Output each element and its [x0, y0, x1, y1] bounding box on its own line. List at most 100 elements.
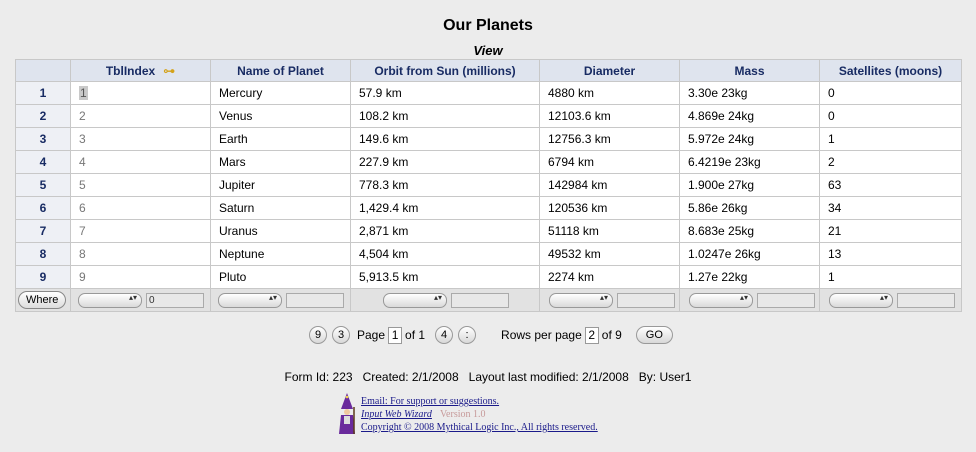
orbit-cell[interactable]: 778.3 km: [350, 173, 540, 197]
page-input[interactable]: 1: [388, 326, 403, 344]
satellites-cell[interactable]: 1: [819, 127, 962, 151]
satellites-cell[interactable]: 0: [819, 81, 962, 105]
planet-name-cell[interactable]: Mercury: [210, 81, 351, 105]
orbit-cell[interactable]: 227.9 km: [350, 150, 540, 174]
header-satellites[interactable]: Satellites (moons): [819, 59, 962, 82]
last-page-button[interactable]: :: [458, 326, 477, 344]
where-button[interactable]: Where: [18, 291, 67, 309]
go-button[interactable]: GO: [635, 326, 673, 344]
satellites-cell[interactable]: 21: [819, 219, 962, 243]
tblindex-cell[interactable]: 5: [70, 173, 211, 197]
orbit-cell[interactable]: 2,871 km: [350, 219, 540, 243]
filter-value-input[interactable]: [451, 292, 509, 308]
planet-name-cell[interactable]: Mars: [210, 150, 351, 174]
chevron-updown-icon: ▴▾: [128, 292, 137, 302]
mass-cell[interactable]: 1.0247e 26kg: [679, 242, 820, 266]
header-mass[interactable]: Mass: [679, 59, 820, 82]
diameter-cell[interactable]: 142984 km: [539, 173, 680, 197]
planet-name-cell[interactable]: Jupiter: [210, 173, 351, 197]
planet-name-cell[interactable]: Venus: [210, 104, 351, 128]
mass-cell[interactable]: 4.869e 24kg: [679, 104, 820, 128]
prev-page-button[interactable]: 3: [332, 326, 350, 344]
tblindex-cell[interactable]: 6: [70, 196, 211, 220]
orbit-cell[interactable]: 4,504 km: [350, 242, 540, 266]
orbit-cell[interactable]: 5,913.5 km: [350, 265, 540, 289]
header-orbit[interactable]: Orbit from Sun (millions): [350, 59, 540, 82]
page-count: of 1: [405, 328, 426, 342]
table-row[interactable]: 8 8 Neptune 4,504 km 49532 km 1.0247e 26kg 13: [15, 242, 962, 266]
table-row[interactable]: 9 9 Pluto 5,913.5 km 2274 km 1.27e 22kg 1: [15, 265, 962, 289]
tblindex-cell[interactable]: 1: [70, 81, 211, 105]
first-page-button[interactable]: 9: [309, 326, 327, 344]
tblindex-cell[interactable]: 7: [70, 219, 211, 243]
tblindex-cell[interactable]: 9: [70, 265, 211, 289]
mass-cell[interactable]: 3.30e 23kg: [679, 81, 820, 105]
table-row[interactable]: 3 3 Earth 149.6 km 12756.3 km 5.972e 24kg 1: [15, 127, 962, 151]
filter-value-input[interactable]: 0: [146, 292, 204, 308]
table-row[interactable]: 1 1 Mercury 57.9 km 4880 km 3.30e 23kg 0: [15, 81, 962, 105]
planet-name-cell[interactable]: Saturn: [210, 196, 351, 220]
diameter-cell[interactable]: 120536 km: [539, 196, 680, 220]
filter-value-input[interactable]: [286, 292, 344, 308]
table-row[interactable]: 7 7 Uranus 2,871 km 51118 km 8.683e 25kg 21: [15, 219, 962, 243]
row-number: 6: [15, 196, 71, 220]
filter-value-input[interactable]: [757, 292, 815, 308]
email-link[interactable]: Email: For support or suggestions.: [361, 396, 499, 407]
filter-operator-select[interactable]: ▴▾: [383, 292, 447, 308]
planet-name-cell[interactable]: Neptune: [210, 242, 351, 266]
tblindex-cell[interactable]: 4: [70, 150, 211, 174]
diameter-cell[interactable]: 51118 km: [539, 219, 680, 243]
satellites-cell[interactable]: 0: [819, 104, 962, 128]
filter-operator-select[interactable]: ▴▾: [78, 292, 142, 308]
orbit-cell[interactable]: 149.6 km: [350, 127, 540, 151]
wizard-link[interactable]: Input Web Wizard: [361, 409, 432, 420]
planet-name-cell[interactable]: Earth: [210, 127, 351, 151]
copyright-link[interactable]: Copyright © 2008 Mythical Logic Inc., Al…: [361, 422, 598, 433]
mass-cell[interactable]: 1.900e 27kg: [679, 173, 820, 197]
tblindex-cell[interactable]: 8: [70, 242, 211, 266]
table-row[interactable]: 2 2 Venus 108.2 km 12103.6 km 4.869e 24kg 0: [15, 104, 962, 128]
diameter-cell[interactable]: 2274 km: [539, 265, 680, 289]
orbit-cell[interactable]: 1,429.4 km: [350, 196, 540, 220]
filter-operator-select[interactable]: ▴▾: [689, 292, 753, 308]
orbit-cell[interactable]: 57.9 km: [350, 81, 540, 105]
filter-operator-select[interactable]: ▴▾: [218, 292, 282, 308]
row-number: 9: [15, 265, 71, 289]
filter-value-input[interactable]: [897, 292, 955, 308]
header-tblindex[interactable]: TblIndex ⊶: [70, 59, 211, 82]
diameter-cell[interactable]: 49532 km: [539, 242, 680, 266]
tblindex-cell[interactable]: 3: [70, 127, 211, 151]
table-row[interactable]: 5 5 Jupiter 778.3 km 142984 km 1.900e 27kg 63: [15, 173, 962, 197]
tblindex-cell[interactable]: 2: [70, 104, 211, 128]
filter-operator-select[interactable]: ▴▾: [549, 292, 613, 308]
mass-cell[interactable]: 5.972e 24kg: [679, 127, 820, 151]
satellites-cell[interactable]: 13: [819, 242, 962, 266]
next-page-button[interactable]: 4: [435, 326, 454, 344]
mass-cell[interactable]: 5.86e 26kg: [679, 196, 820, 220]
table-row[interactable]: 4 4 Mars 227.9 km 6794 km 6.4219e 23kg 2: [15, 150, 962, 174]
diameter-cell[interactable]: 6794 km: [539, 150, 680, 174]
selected-value[interactable]: 1: [79, 86, 88, 100]
diameter-cell[interactable]: 4880 km: [539, 81, 680, 105]
header-diameter[interactable]: Diameter: [539, 59, 680, 82]
diameter-cell[interactable]: 12756.3 km: [539, 127, 680, 151]
planet-name-cell[interactable]: Pluto: [210, 265, 351, 289]
filter-value-input[interactable]: [617, 292, 675, 308]
table-row[interactable]: 6 6 Saturn 1,429.4 km 120536 km 5.86e 26kg 34: [15, 196, 962, 220]
planet-name-cell[interactable]: Uranus: [210, 219, 351, 243]
chevron-updown-icon: ▴▾: [599, 292, 608, 302]
header-name[interactable]: Name of Planet: [210, 59, 351, 82]
satellites-cell[interactable]: 1: [819, 265, 962, 289]
mass-cell[interactable]: 1.27e 22kg: [679, 265, 820, 289]
filter-operator-select[interactable]: ▴▾: [829, 292, 893, 308]
rows-per-page-input[interactable]: 2: [584, 326, 599, 344]
mass-cell[interactable]: 8.683e 25kg: [679, 219, 820, 243]
row-number: 8: [15, 242, 71, 266]
diameter-cell[interactable]: 12103.6 km: [539, 104, 680, 128]
filter-cell: ▴▾: [210, 288, 351, 312]
satellites-cell[interactable]: 63: [819, 173, 962, 197]
orbit-cell[interactable]: 108.2 km: [350, 104, 540, 128]
satellites-cell[interactable]: 34: [819, 196, 962, 220]
satellites-cell[interactable]: 2: [819, 150, 962, 174]
mass-cell[interactable]: 6.4219e 23kg: [679, 150, 820, 174]
